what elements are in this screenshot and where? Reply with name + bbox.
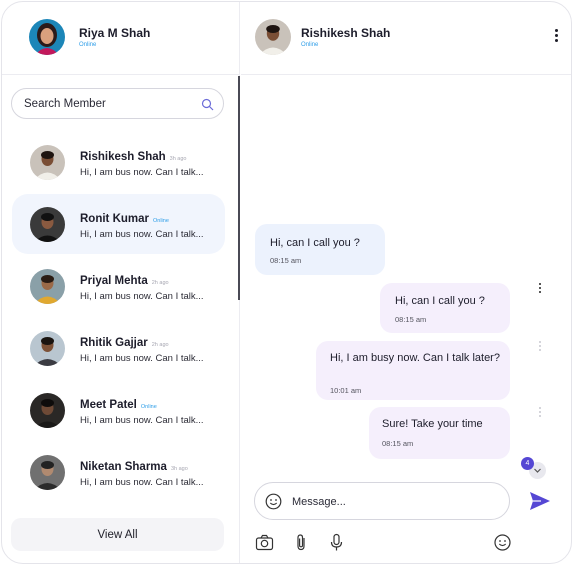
contacts-list: Rishikesh Shah 3h ago Hi, I am bus now. C… [12, 132, 225, 504]
emoji-icon[interactable] [265, 493, 282, 510]
message-time: 08:15 am [395, 315, 427, 324]
contact-name: Meet Patel Online [80, 399, 157, 411]
contact-last-message: Hi, I am bus now. Can I talk... [80, 415, 204, 426]
send-icon[interactable] [529, 491, 551, 511]
contact-name: Niketan Sharma 3h ago [80, 461, 188, 473]
message-options-icon[interactable] [538, 283, 542, 295]
new-message-count-badge: 4 [521, 457, 534, 470]
contact-last-seen: 2h ago [151, 342, 169, 348]
microphone-icon[interactable] [327, 533, 346, 552]
contact-last-message: Hi, I am bus now. Can I talk... [80, 167, 204, 178]
search-box[interactable] [11, 88, 224, 119]
chat-header: Rishikesh Shah Online [241, 2, 571, 75]
message-text: Sure! Take your time [382, 418, 483, 430]
camera-icon[interactable] [255, 533, 274, 552]
contact-item[interactable]: Priyal Mehta 2h ago Hi, I am bus now. Can… [12, 256, 225, 316]
contact-item[interactable]: Meet Patel Online Hi, I am bus now. Can I… [12, 380, 225, 440]
contact-avatar [30, 455, 65, 490]
view-all-button[interactable]: View All [11, 518, 224, 551]
emoji-icon[interactable] [493, 533, 512, 552]
paperclip-icon[interactable] [292, 533, 311, 552]
chat-contact-status: Online [301, 42, 319, 48]
contact-avatar [30, 331, 65, 366]
message-options-icon[interactable] [538, 407, 542, 419]
message-options-icon[interactable] [538, 341, 542, 353]
current-user-status: Online [79, 42, 97, 48]
search-input[interactable] [24, 96, 194, 112]
current-user-name: Riya M Shah [79, 26, 151, 40]
contact-item[interactable]: Rhitik Gajjar 2h ago Hi, I am bus now. Ca… [12, 318, 225, 378]
contact-name: Rhitik Gajjar 2h ago [80, 337, 169, 349]
current-user-avatar[interactable] [29, 19, 65, 55]
contact-avatar [30, 145, 65, 180]
more-vertical-icon[interactable] [553, 29, 559, 45]
contact-last-message: Hi, I am bus now. Can I talk... [80, 229, 204, 240]
message-bubble-outgoing: Sure! Take your time 08:15 am [369, 407, 510, 459]
message-input[interactable] [292, 494, 492, 509]
contact-last-message: Hi, I am bus now. Can I talk... [80, 291, 204, 302]
chat-app: Riya M Shah Online Rishikesh Shah3h ago … [1, 1, 572, 564]
contacts-scrollbar[interactable] [238, 76, 240, 300]
message-time: 08:15 am [270, 256, 302, 265]
contact-avatar [30, 393, 65, 428]
contact-last-message: Hi, I am bus now. Can I talk... [80, 477, 204, 488]
contact-avatar [30, 269, 65, 304]
contact-last-message: Hi, I am bus now. Can I talk... [80, 353, 204, 364]
contact-avatar [30, 207, 65, 242]
contact-item[interactable]: Ronit Kumar Online Hi, I am bus now. Can … [12, 194, 225, 254]
message-bubble-incoming: Hi, can I call you ? 08:15 am [255, 224, 385, 275]
contact-last-seen: 2h ago [151, 280, 169, 286]
message-bubble-outgoing: Hi, can I call you ? 08:15 am [380, 283, 510, 333]
contact-item[interactable]: Niketan Sharma 3h ago Hi, I am bus now. C… [12, 442, 225, 502]
search-icon[interactable] [201, 98, 214, 111]
message-text: Hi, can I call you ? [395, 295, 485, 307]
chat-contact-avatar[interactable] [255, 19, 291, 55]
message-time: 10:01 am [330, 386, 362, 395]
contact-name: Priyal Mehta 2h ago [80, 275, 169, 287]
contact-item[interactable]: Rishikesh Shah 3h ago Hi, I am bus now. C… [12, 132, 225, 192]
message-time: 08:15 am [382, 439, 414, 448]
message-text: Hi, can I call you ? [270, 237, 360, 249]
contact-online-status: Online [140, 404, 157, 410]
message-bubble-outgoing: Hi, I am busy now. Can I talk later? 10:… [316, 341, 510, 400]
contact-name: Rishikesh Shah 3h ago [80, 151, 187, 163]
contact-online-status: Online [153, 218, 169, 224]
current-user-header: Riya M Shah Online [2, 2, 240, 75]
contact-last-seen: 3h ago [169, 156, 187, 162]
chat-panel: Rishikesh Shah Online Hi, can I call you… [241, 2, 571, 563]
chat-contact-name: Rishikesh Shah [301, 26, 391, 40]
contact-last-seen: 3h ago [170, 466, 188, 472]
message-composer [254, 482, 510, 520]
message-text: Hi, I am busy now. Can I talk later? [330, 352, 500, 364]
contacts-panel: Riya M Shah Online Rishikesh Shah3h ago … [2, 2, 240, 563]
contact-name: Ronit Kumar Online [80, 213, 169, 225]
